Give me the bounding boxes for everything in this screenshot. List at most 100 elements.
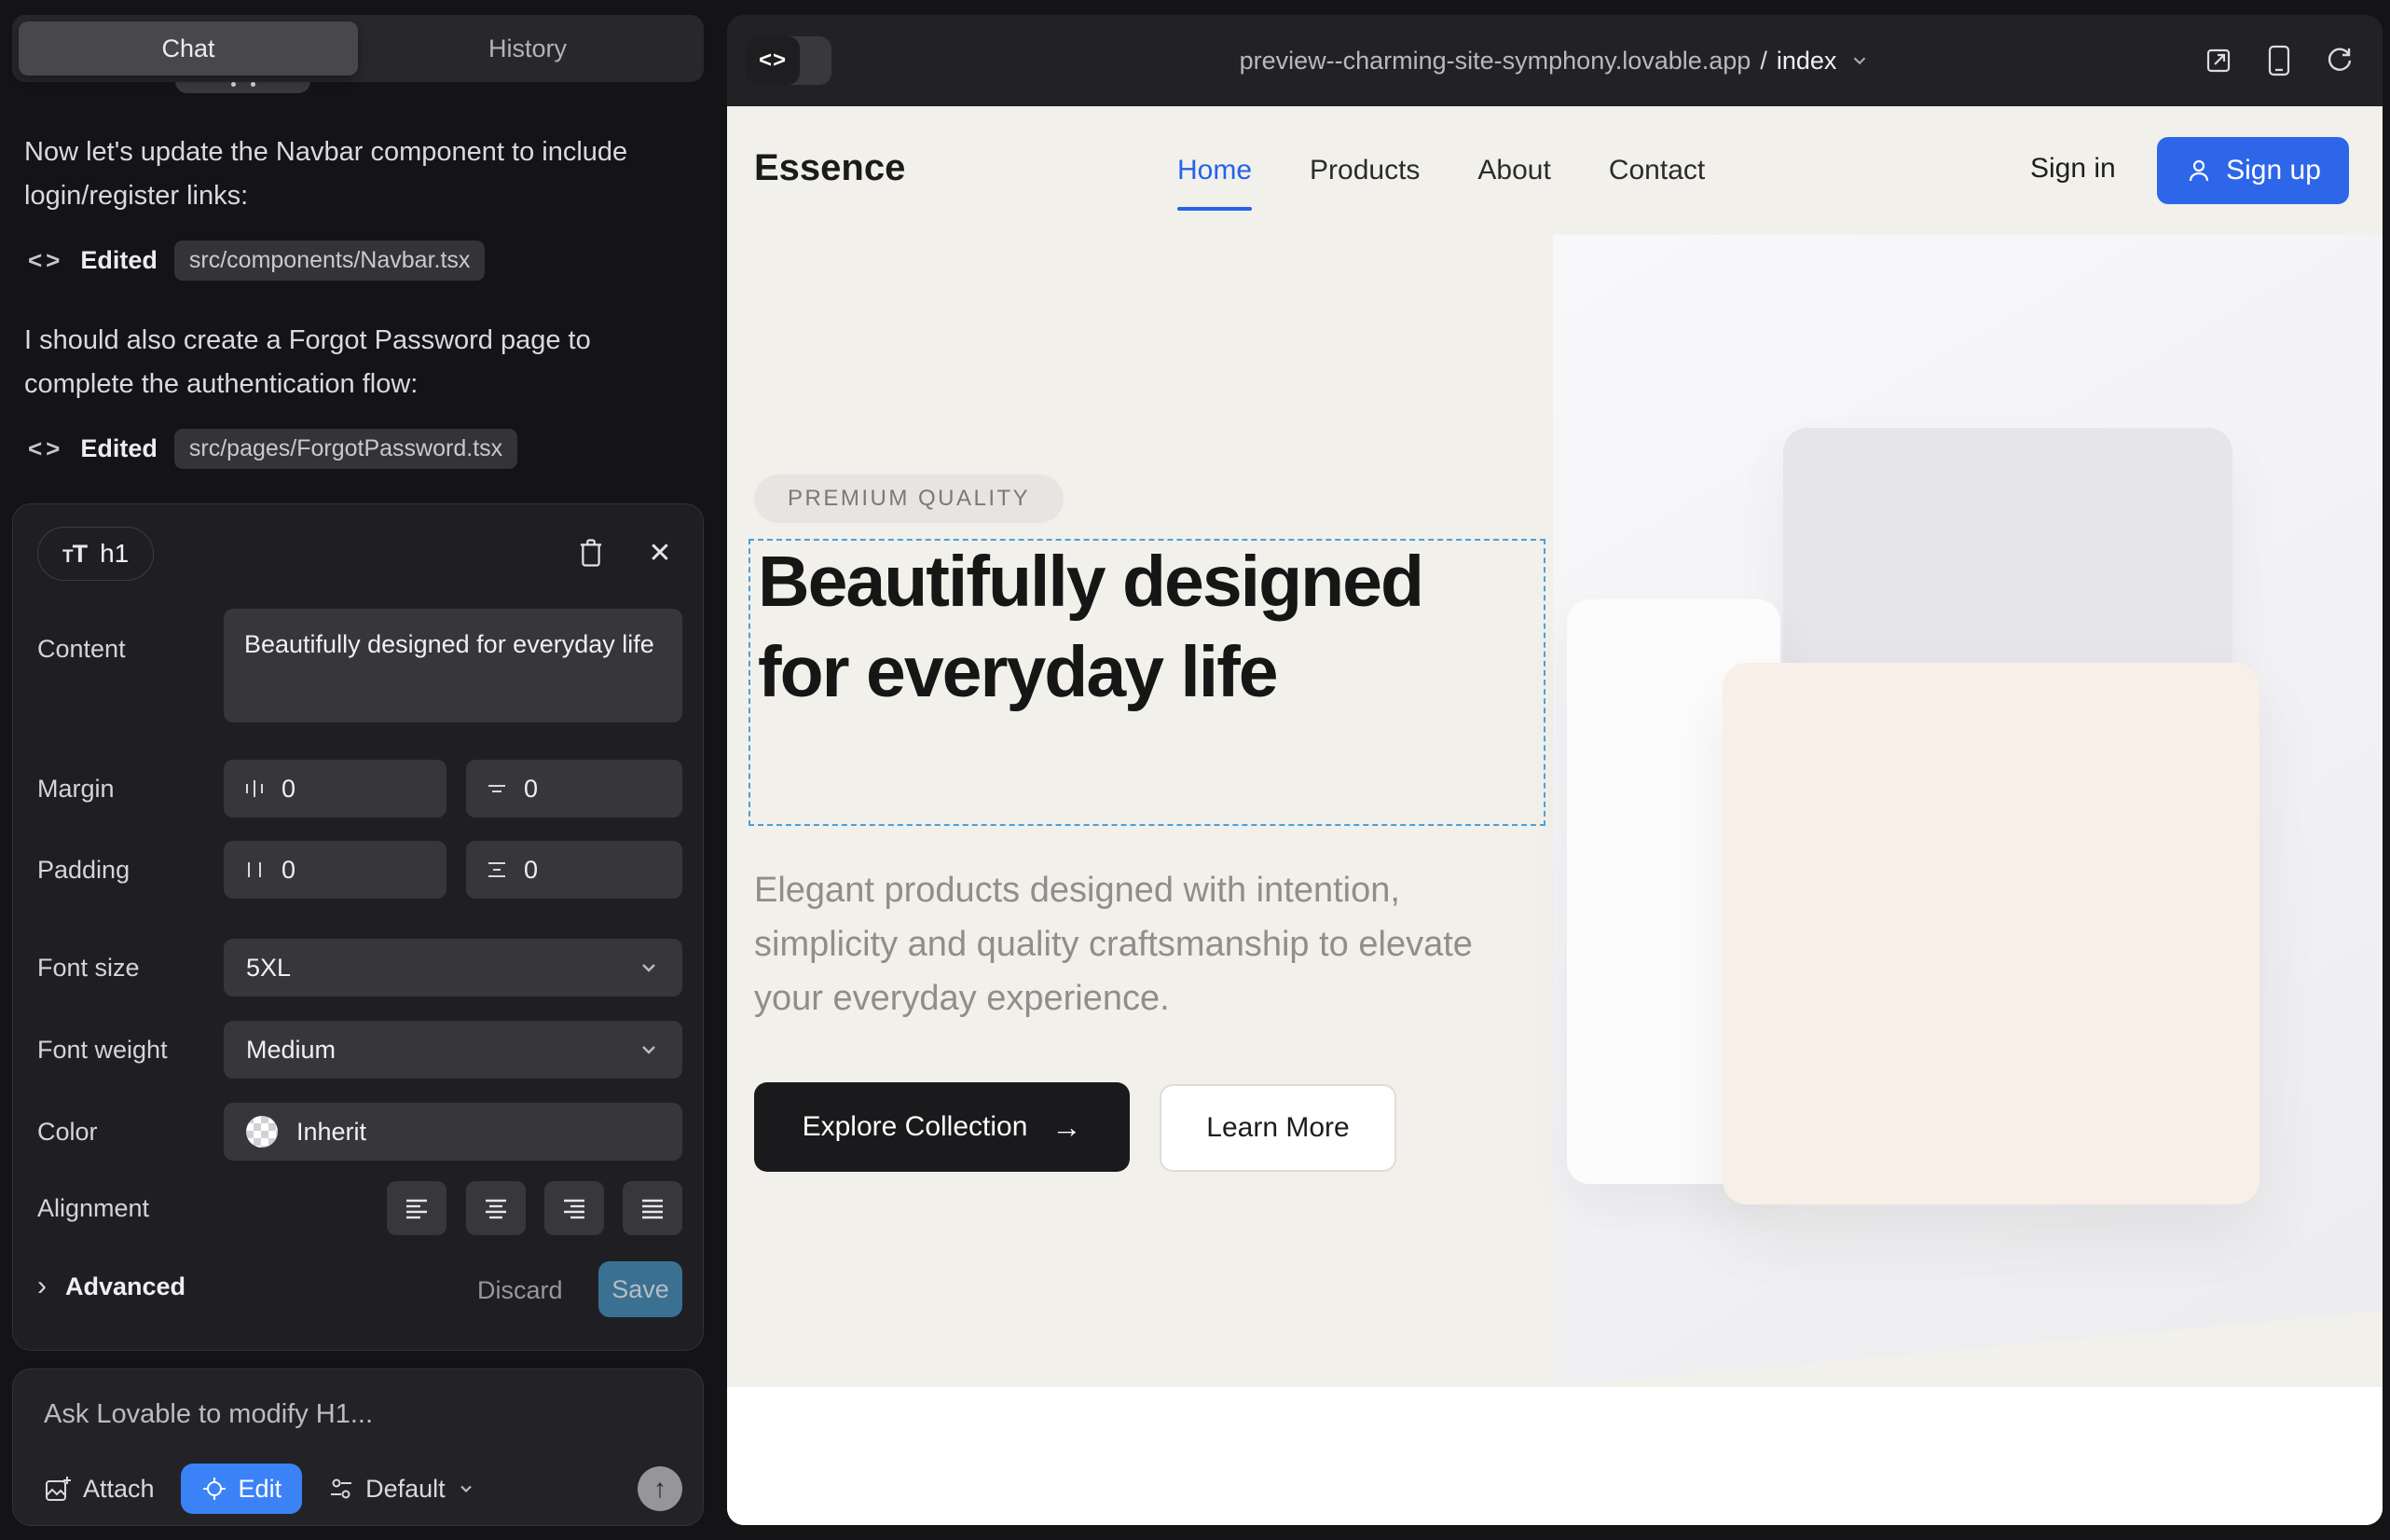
browser-topbar: <> preview--charming-site-symphony.lovab… (727, 15, 2383, 106)
target-icon (201, 1476, 227, 1502)
typography-icon: TT (62, 540, 87, 569)
align-left-icon (403, 1196, 431, 1220)
color-label: Color (37, 1118, 98, 1147)
padding-y-value: 0 (524, 856, 538, 885)
font-size-value: 5XL (246, 954, 291, 983)
element-tag-label: h1 (100, 539, 129, 569)
padding-vertical-icon (485, 858, 509, 882)
content-label: Content (37, 635, 126, 664)
close-editor-button[interactable]: ✕ (639, 532, 680, 573)
font-size-label: Font size (37, 954, 140, 983)
send-arrow-icon: ↑ (653, 1474, 666, 1504)
url-separator: / (1760, 47, 1767, 76)
alignment-label: Alignment (37, 1194, 149, 1223)
premium-quality-badge: PREMIUM QUALITY (754, 474, 1064, 523)
chevron-down-icon (1849, 50, 1870, 71)
site-viewport: Essence Home Products About Contact Sign… (727, 106, 2383, 1525)
sliders-icon (328, 1476, 354, 1502)
edited-file-row[interactable]: <> Edited src/components/Navbar.tsx (28, 241, 485, 281)
mode-select[interactable]: Default (328, 1475, 475, 1504)
align-center-button[interactable] (466, 1181, 526, 1235)
attach-image-icon (44, 1475, 72, 1503)
explore-collection-label: Explore Collection (803, 1111, 1028, 1143)
tab-history[interactable]: History (358, 21, 697, 76)
padding-label: Padding (37, 856, 130, 885)
align-justify-icon (639, 1196, 666, 1220)
padding-y-input[interactable]: 0 (466, 841, 682, 899)
url-bar[interactable]: preview--charming-site-symphony.lovable.… (727, 15, 2383, 106)
nav-link-home[interactable]: Home (1177, 155, 1252, 186)
file-chip[interactable]: src/pages/ForgotPassword.tsx (174, 429, 517, 469)
section-below-hero (727, 1387, 2383, 1525)
font-weight-label: Font weight (37, 1036, 168, 1065)
chevron-down-icon (457, 1479, 475, 1498)
close-icon: ✕ (648, 537, 671, 570)
discard-button[interactable]: Discard (477, 1276, 563, 1305)
chevron-down-icon (638, 1038, 660, 1061)
attach-label: Attach (83, 1475, 155, 1504)
open-in-new-window-icon[interactable] (2204, 46, 2233, 76)
advanced-toggle[interactable]: › Advanced (37, 1271, 185, 1302)
font-weight-value: Medium (246, 1036, 336, 1065)
nav-link-products[interactable]: Products (1310, 155, 1420, 186)
align-right-button[interactable] (544, 1181, 604, 1235)
edited-label: Edited (80, 246, 158, 275)
trash-icon (577, 538, 605, 568)
site-logo[interactable]: Essence (754, 147, 905, 189)
margin-x-value: 0 (282, 775, 295, 804)
chat-message: I should also create a Forgot Password p… (24, 319, 690, 406)
selected-element-pill[interactable]: TT h1 (37, 527, 154, 581)
padding-x-input[interactable]: 0 (224, 841, 446, 899)
sidebar-tabs: Chat History (12, 15, 704, 82)
url-domain: preview--charming-site-symphony.lovable.… (1240, 47, 1751, 76)
sign-up-label: Sign up (2226, 155, 2321, 186)
nav-link-about[interactable]: About (1477, 155, 1550, 186)
file-chip[interactable]: src/components/Navbar.tsx (174, 241, 486, 281)
sign-up-button[interactable]: Sign up (2157, 137, 2349, 204)
explore-collection-button[interactable]: Explore Collection → (754, 1082, 1130, 1172)
edited-file-row[interactable]: <> Edited src/pages/ForgotPassword.tsx (28, 429, 517, 469)
margin-horizontal-icon (242, 777, 267, 801)
margin-y-input[interactable]: 0 (466, 760, 682, 818)
tab-chat[interactable]: Chat (19, 21, 358, 76)
mobile-view-icon[interactable] (2267, 45, 2291, 76)
save-button[interactable]: Save (598, 1261, 682, 1317)
margin-label: Margin (37, 775, 115, 804)
lovable-sidebar: Chat History Now let's update the Navbar… (0, 0, 727, 1540)
decorative-wedge (1553, 1311, 2383, 1387)
attach-button[interactable]: Attach (44, 1475, 155, 1504)
edited-label: Edited (80, 434, 158, 463)
edit-mode-button[interactable]: Edit (181, 1464, 303, 1514)
align-center-icon (482, 1196, 510, 1220)
align-left-button[interactable] (387, 1181, 446, 1235)
arrow-right-icon: → (1051, 1110, 1081, 1145)
url-chevron[interactable] (1849, 50, 1870, 71)
padding-horizontal-icon (242, 858, 267, 882)
refresh-icon[interactable] (2325, 46, 2355, 76)
composer-input[interactable]: Ask Lovable to modify H1... (44, 1399, 373, 1430)
color-swatch-transparent (246, 1116, 278, 1148)
hero-heading[interactable]: Beautifully designed for everyday life (758, 537, 1522, 718)
content-textarea[interactable]: Beautifully designed for everyday life (224, 609, 682, 722)
font-size-select[interactable]: 5XL (224, 939, 682, 997)
mode-label: Default (365, 1475, 446, 1504)
font-weight-select[interactable]: Medium (224, 1021, 682, 1079)
learn-more-button[interactable]: Learn More (1160, 1084, 1396, 1172)
chat-composer: Ask Lovable to modify H1... Attach Edit (12, 1368, 704, 1526)
align-justify-button[interactable] (623, 1181, 682, 1235)
nav-link-contact[interactable]: Contact (1609, 155, 1705, 186)
url-path: index (1777, 47, 1837, 76)
delete-element-button[interactable] (570, 532, 611, 573)
send-button[interactable]: ↑ (638, 1466, 682, 1511)
chat-message: Now let's update the Navbar component to… (24, 131, 690, 218)
selected-h1-outline[interactable]: Beautifully designed for everyday life (749, 539, 1545, 826)
site-navbar: Essence Home Products About Contact Sign… (727, 106, 2383, 235)
code-icon: <> (28, 246, 63, 275)
sign-in-link[interactable]: Sign in (2030, 153, 2116, 185)
color-select[interactable]: Inherit (224, 1103, 682, 1161)
user-icon (2185, 157, 2213, 185)
margin-vertical-icon (485, 777, 509, 801)
align-right-icon (560, 1196, 588, 1220)
chevron-right-icon: › (37, 1271, 47, 1302)
margin-x-input[interactable]: 0 (224, 760, 446, 818)
